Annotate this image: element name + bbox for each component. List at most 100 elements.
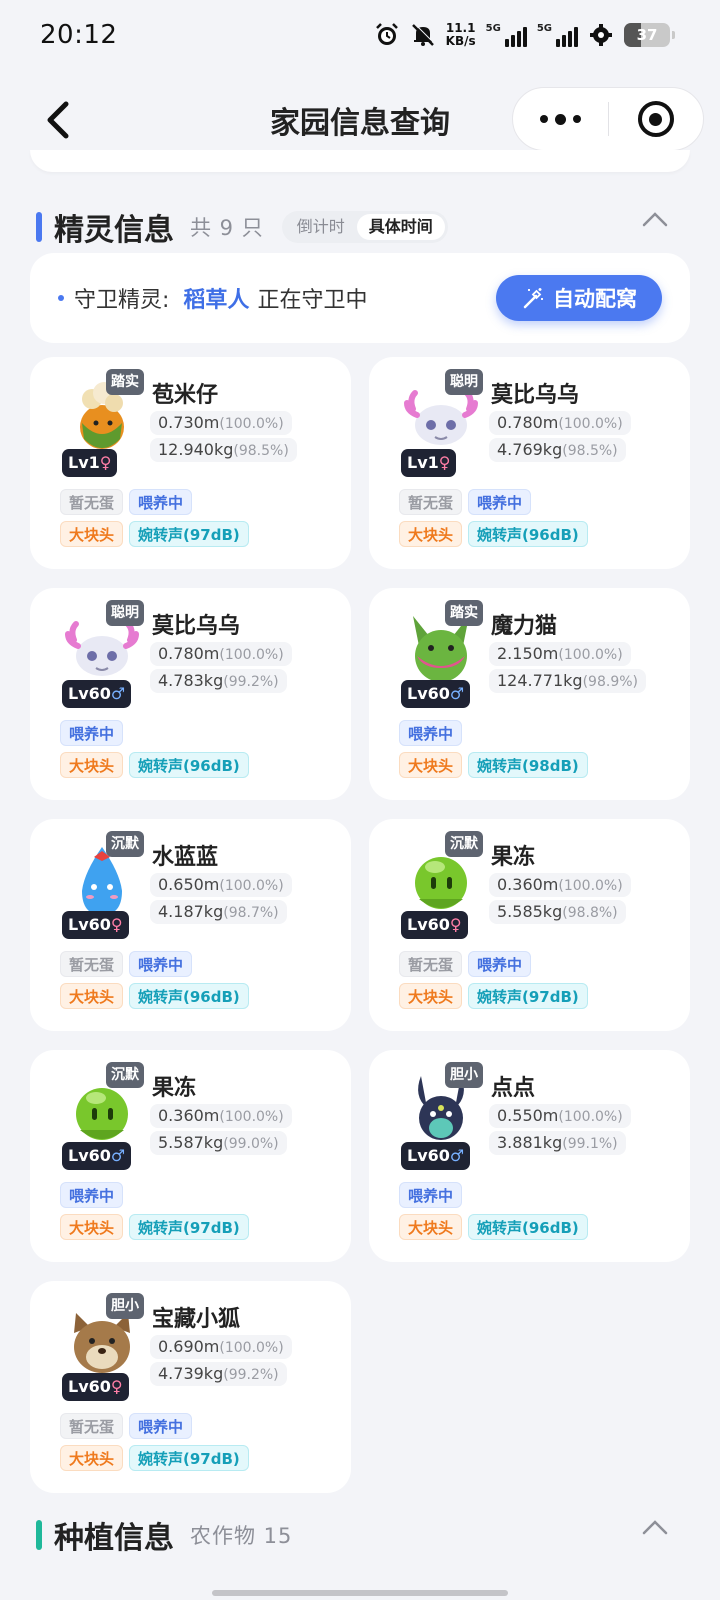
attribute-tags: 大块头 婉转声(97dB) <box>60 1214 249 1240</box>
target-circle-icon <box>637 101 674 137</box>
height-stat: 2.150m(100.0%) <box>489 642 631 666</box>
pet-card[interactable]: 聪明 Lv1♀ 莫比乌乌 0.780m(100.0%) 4.769kg(98.5… <box>369 357 690 569</box>
attribute-tag: 婉转声(96dB) <box>129 752 249 778</box>
status-tags: 喂养中 <box>399 1182 463 1208</box>
height-stat: 0.360m(100.0%) <box>150 1104 292 1128</box>
weight-stat: 4.783kg(99.2%) <box>150 669 287 693</box>
attribute-tag: 大块头 <box>60 1445 124 1471</box>
weight-stat: 12.940kg(98.5%) <box>150 438 297 462</box>
status-tag: 喂养中 <box>399 720 463 746</box>
gender-icon: ♀ <box>110 1377 123 1396</box>
attribute-tag: 婉转声(96dB) <box>129 983 249 1009</box>
height-stat: 0.650m(100.0%) <box>150 873 292 897</box>
status-tags: 喂养中 <box>60 720 124 746</box>
bullet-dot <box>58 295 64 301</box>
weight-stat: 124.771kg(98.9%) <box>489 669 646 693</box>
mute-bell-icon <box>411 23 435 46</box>
status-tag: 暂无蛋 <box>60 951 124 977</box>
personality-badge: 沉默 <box>445 831 483 857</box>
collapse-chevron-icon[interactable] <box>642 1519 668 1535</box>
attribute-tag: 大块头 <box>60 521 124 547</box>
attribute-tag: 婉转声(97dB) <box>129 1214 249 1240</box>
level-badge: Lv60♀ <box>62 1373 129 1401</box>
home-indicator[interactable] <box>212 1590 508 1596</box>
gender-icon: ♂ <box>110 1146 126 1165</box>
gender-icon: ♀ <box>99 453 112 472</box>
battery-icon: 37 <box>624 23 675 47</box>
status-tags: 暂无蛋 喂养中 <box>399 489 532 515</box>
pet-card[interactable]: 沉默 Lv60♂ 果冻 0.360m(100.0%) 5.587kg(99.0%… <box>30 1050 351 1262</box>
level-badge: Lv1♀ <box>62 449 118 477</box>
attribute-tag: 大块头 <box>399 752 463 778</box>
pet-name: 水蓝蓝 <box>152 845 219 870</box>
attribute-tag: 婉转声(97dB) <box>129 521 249 547</box>
gender-icon: ♂ <box>449 1146 465 1165</box>
auto-assign-button[interactable]: 自动配窝 <box>496 275 662 321</box>
pet-name: 苞米仔 <box>152 383 219 408</box>
pet-card[interactable]: 踏实 Lv60♂ 魔力猫 2.150m(100.0%) 124.771kg(98… <box>369 588 690 800</box>
pet-name: 莫比乌乌 <box>491 383 580 408</box>
level-badge: Lv60♂ <box>62 1142 132 1170</box>
pet-card[interactable]: 踏实 Lv1♀ 苞米仔 0.730m(100.0%) 12.940kg(98.5… <box>30 357 351 569</box>
gender-icon: ♀ <box>110 915 123 934</box>
level-badge: Lv60♀ <box>401 911 468 939</box>
weight-stat: 5.585kg(98.8%) <box>489 900 626 924</box>
personality-badge: 胆小 <box>106 1293 144 1319</box>
attribute-tag: 大块头 <box>399 983 463 1009</box>
previous-card-edge <box>30 150 690 172</box>
attribute-tag: 大块头 <box>60 1214 124 1240</box>
status-tags: 暂无蛋 喂养中 <box>60 951 193 977</box>
personality-badge: 沉默 <box>106 1062 144 1088</box>
attribute-tags: 大块头 婉转声(98dB) <box>399 752 588 778</box>
pet-name: 魔力猫 <box>491 614 558 639</box>
status-tag: 暂无蛋 <box>60 489 124 515</box>
personality-badge: 沉默 <box>106 831 144 857</box>
level-badge: Lv60♀ <box>62 911 129 939</box>
pet-card[interactable]: 聪明 Lv60♂ 莫比乌乌 0.780m(100.0%) 4.783kg(99.… <box>30 588 351 800</box>
pets-section-header: 精灵信息 共 9 只 倒计时 具体时间 <box>36 205 684 249</box>
mini-program-capsule <box>512 87 704 151</box>
status-tags: 暂无蛋 喂养中 <box>60 489 193 515</box>
status-bar: 20:12 11.1 KB/s 5G 5G 37 <box>0 0 720 80</box>
status-tag: 暂无蛋 <box>60 1413 124 1439</box>
pet-card[interactable]: 胆小 Lv60♂ 点点 0.550m(100.0%) 3.881kg(99.1%… <box>369 1050 690 1262</box>
pet-card[interactable]: 胆小 Lv60♀ 宝藏小狐 0.690m(100.0%) 4.739kg(99.… <box>30 1281 351 1493</box>
attribute-tag: 婉转声(96dB) <box>468 1214 588 1240</box>
alarm-icon <box>375 23 398 45</box>
clock: 20:12 <box>40 20 118 50</box>
tab-countdown[interactable]: 倒计时 <box>285 214 357 240</box>
attribute-tags: 大块头 婉转声(96dB) <box>60 983 249 1009</box>
attribute-tag: 婉转声(98dB) <box>468 752 588 778</box>
personality-badge: 踏实 <box>106 369 144 395</box>
status-tags: 喂养中 <box>399 720 463 746</box>
status-tags: 喂养中 <box>60 1182 124 1208</box>
more-button[interactable] <box>513 88 608 150</box>
pet-count: 共 9 只 <box>190 216 264 240</box>
close-program-button[interactable] <box>609 88 704 150</box>
height-stat: 0.730m(100.0%) <box>150 411 292 435</box>
attribute-tags: 大块头 婉转声(96dB) <box>399 521 588 547</box>
status-tag: 喂养中 <box>468 951 532 977</box>
pet-name: 宝藏小狐 <box>152 1307 241 1332</box>
collapse-chevron-icon[interactable] <box>642 211 668 227</box>
attribute-tag: 婉转声(97dB) <box>129 1445 249 1471</box>
status-tag: 喂养中 <box>399 1182 463 1208</box>
attribute-tag: 大块头 <box>60 983 124 1009</box>
guard-pet-name: 稻草人 <box>183 288 250 313</box>
section-accent-bar <box>36 212 42 242</box>
weight-stat: 5.587kg(99.0%) <box>150 1131 287 1155</box>
tab-exact-time[interactable]: 具体时间 <box>356 214 445 240</box>
pet-name: 果冻 <box>152 1076 197 1101</box>
attribute-tag: 婉转声(97dB) <box>468 983 588 1009</box>
pet-card[interactable]: 沉默 Lv60♀ 水蓝蓝 0.650m(100.0%) 4.187kg(98.7… <box>30 819 351 1031</box>
weight-stat: 3.881kg(99.1%) <box>489 1131 626 1155</box>
more-dots-icon <box>539 113 581 125</box>
navigation-bar: 家园信息查询 <box>0 80 720 160</box>
level-badge: Lv60♂ <box>62 680 132 708</box>
personality-badge: 胆小 <box>445 1062 483 1088</box>
gender-icon: ♂ <box>449 684 465 703</box>
personality-badge: 踏实 <box>445 600 483 626</box>
level-badge: Lv60♂ <box>401 680 471 708</box>
pet-card[interactable]: 沉默 Lv60♀ 果冻 0.360m(100.0%) 5.585kg(98.8%… <box>369 819 690 1031</box>
attribute-tag: 大块头 <box>399 521 463 547</box>
